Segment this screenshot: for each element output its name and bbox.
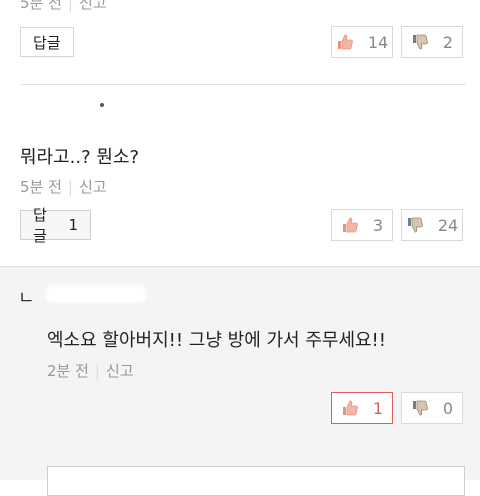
thumbs-up-icon [341, 216, 359, 234]
dislike-count: 2 [442, 32, 454, 52]
report-link[interactable]: 신고 [79, 0, 107, 12]
reply-section-border [0, 266, 480, 267]
meta-separator: | [67, 178, 73, 196]
thumbs-down-icon [411, 399, 429, 417]
dislike-count: 24 [437, 215, 459, 235]
reply-author-name-redacted [46, 285, 146, 303]
author-name-residue [100, 103, 104, 107]
reply-button-label: 답글 [33, 206, 47, 245]
reply-button[interactable]: 답글 1 [20, 206, 91, 245]
meta-separator: | [67, 0, 73, 12]
reply-time: 2분 전 [47, 362, 89, 380]
dislike-button[interactable]: 0 [401, 392, 463, 424]
comment-meta: 5분 전 | 신고 [20, 0, 107, 13]
reply-count: 1 [68, 216, 78, 234]
reply-indicator: ㄴ [18, 288, 35, 309]
like-button[interactable]: 3 [331, 209, 393, 241]
thumbs-down-icon [406, 216, 424, 234]
like-button[interactable]: 14 [331, 26, 393, 58]
report-link[interactable]: 신고 [79, 178, 107, 196]
dislike-count: 0 [442, 398, 454, 418]
thumbs-down-icon [411, 33, 429, 51]
like-button[interactable]: 1 [331, 392, 393, 424]
report-link[interactable]: 신고 [106, 362, 134, 380]
like-count: 1 [372, 398, 384, 418]
comment-time: 5분 전 [20, 178, 62, 196]
reply-input-box[interactable] [47, 466, 465, 496]
thumbs-up-icon [336, 33, 354, 51]
reply-button-label: 답글 [33, 33, 61, 52]
meta-separator: | [94, 362, 100, 380]
reply-text: 엑소요 할아버지!! 그냥 방에 가서 주무세요!! [47, 330, 386, 351]
like-count: 14 [367, 32, 389, 52]
dislike-button[interactable]: 24 [401, 209, 463, 241]
thumbs-up-icon [341, 399, 359, 417]
like-count: 3 [372, 215, 384, 235]
comment-text: 뭐라고..? 뭔소? [20, 147, 140, 168]
comment-time: 5분 전 [20, 0, 62, 12]
reply-meta: 2분 전 | 신고 [47, 360, 134, 381]
dislike-button[interactable]: 2 [401, 26, 463, 58]
comment-divider [20, 84, 466, 85]
reply-button[interactable]: 답글 [20, 27, 74, 57]
comment-meta: 5분 전 | 신고 [20, 176, 107, 197]
